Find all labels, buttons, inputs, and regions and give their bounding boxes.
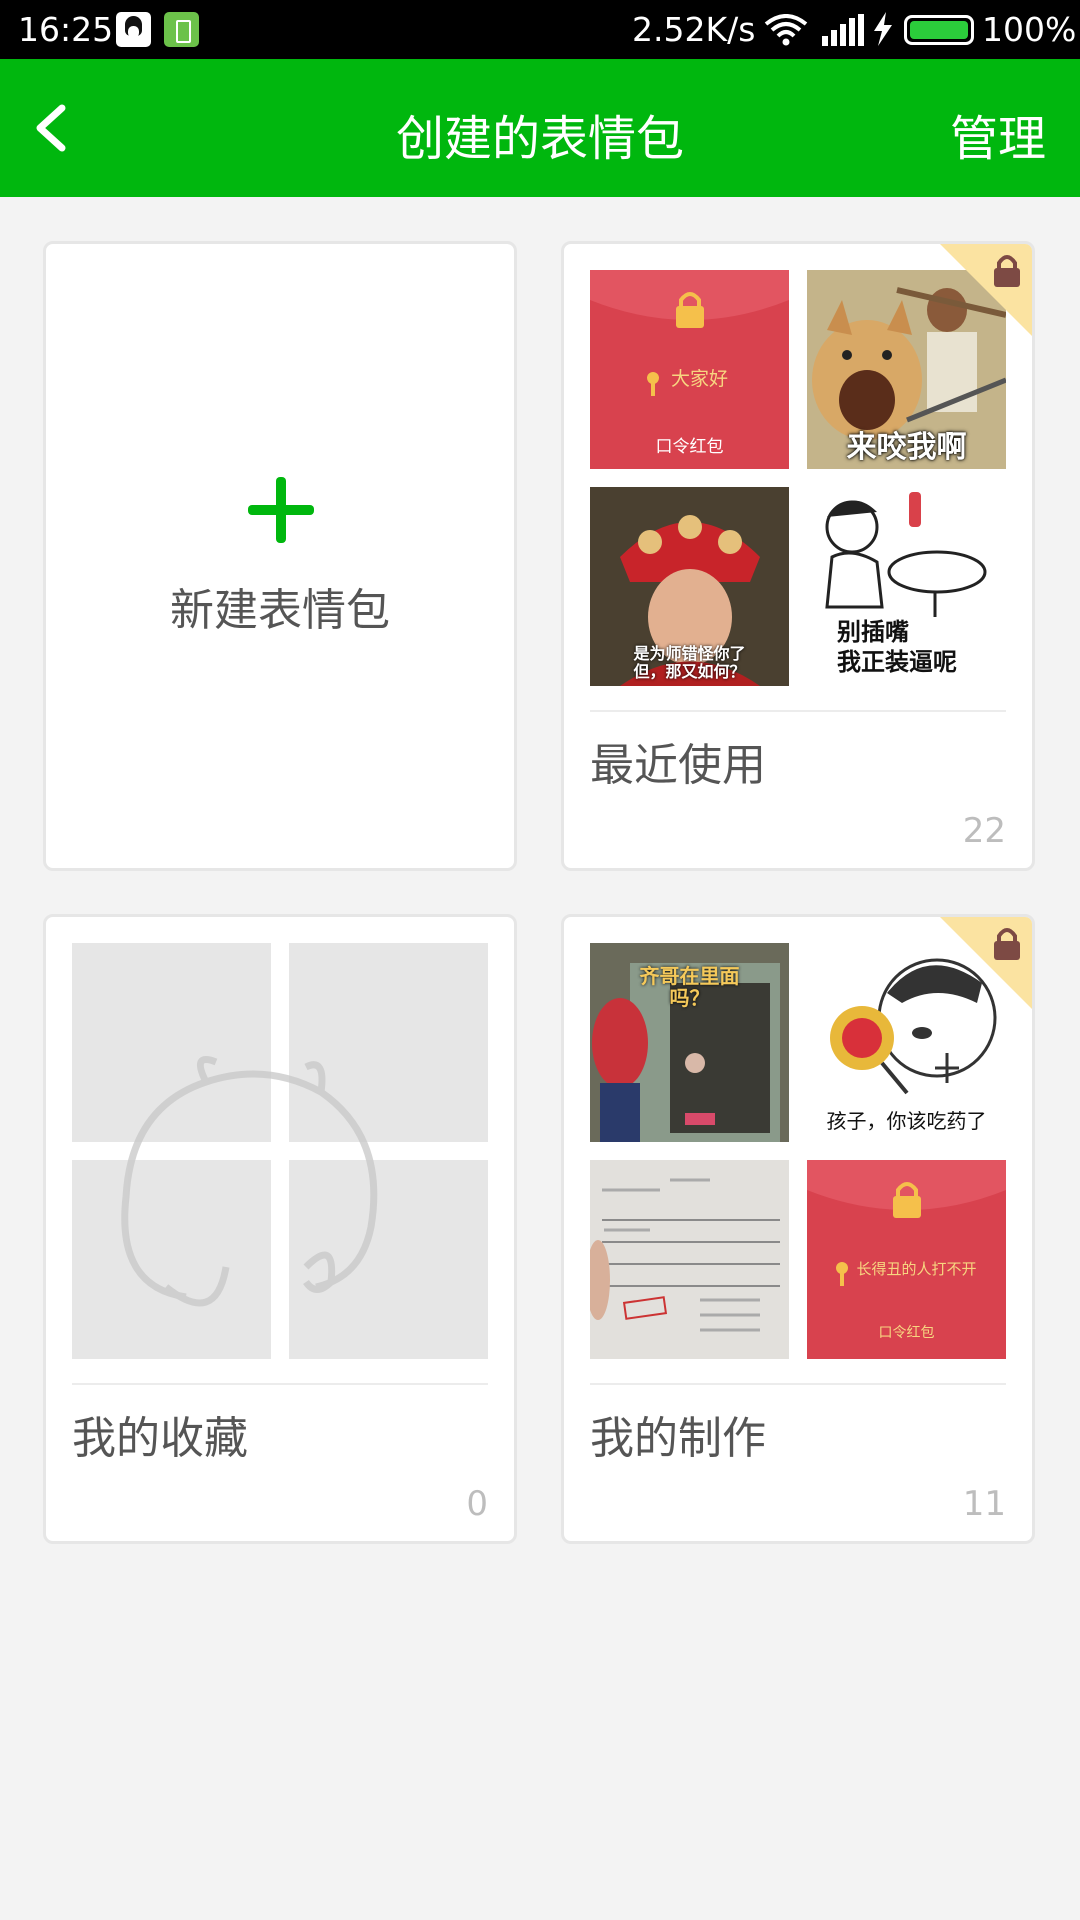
envelope-sub: 口令红包 bbox=[655, 437, 724, 457]
lock-badge bbox=[940, 917, 1032, 1009]
monk-meme-caption: 是为师错怪你了 但，那又如何？ bbox=[633, 644, 746, 681]
battery-app-icon bbox=[164, 12, 199, 47]
app-header: 创建的表情包 管理 bbox=[0, 59, 1080, 197]
thumb-monk-meme: 是为师错怪你了 但，那又如何？ bbox=[590, 487, 789, 686]
thumb-door-meme: 齐哥在里面 吗？ bbox=[590, 943, 789, 1142]
thumb-red-envelope: 长得丑的人打不开 口令红包 bbox=[807, 1160, 1006, 1359]
battery-percent: 100% bbox=[982, 10, 1077, 49]
favorites-pack-name: 我的收藏 bbox=[72, 1413, 248, 1464]
manage-button[interactable]: 管理 bbox=[950, 99, 1046, 169]
card-divider bbox=[590, 1383, 1006, 1385]
thumb-red-envelope: 大家好 口令红包 bbox=[590, 270, 789, 469]
cartoon-meme-caption: 别插嘴 我正装逼呢 bbox=[837, 618, 957, 676]
qq-app-icon bbox=[116, 12, 151, 47]
my-creations-name: 我的制作 bbox=[590, 1413, 766, 1464]
envelope-text: 长得丑的人打不开 bbox=[856, 1260, 977, 1278]
recent-pack-name: 最近使用 bbox=[590, 740, 766, 791]
new-pack-card[interactable]: 新建表情包 bbox=[43, 241, 517, 871]
status-time: 16:25 bbox=[18, 10, 114, 49]
lock-badge bbox=[940, 244, 1032, 336]
network-speed: 2.52K/s bbox=[632, 10, 756, 49]
panda-meme-caption: 孩子，你该吃药了 bbox=[826, 1109, 987, 1133]
new-pack-label: 新建表情包 bbox=[170, 585, 390, 636]
charging-icon bbox=[874, 12, 892, 46]
dog-meme-caption: 来咬我啊 bbox=[846, 430, 967, 465]
recent-pack-card[interactable]: 大家好 口令红包 来咬我啊 是为师错怪你了 但，那又如何？ 别插嘴 我正装逼呢 … bbox=[561, 241, 1035, 871]
card-divider bbox=[590, 710, 1006, 712]
signal-icon bbox=[822, 14, 864, 46]
lock-icon bbox=[994, 255, 1020, 287]
my-creations-card[interactable]: 齐哥在里面 吗？ 孩子，你该吃药了 长得丑的人打不开 口令红包 我的制作 11 bbox=[561, 914, 1035, 1544]
envelope-sub: 口令红包 bbox=[878, 1325, 935, 1341]
lock-icon bbox=[994, 928, 1020, 960]
door-meme-caption: 齐哥在里面 吗？ bbox=[639, 964, 740, 1010]
card-divider bbox=[72, 1383, 488, 1385]
page-title: 创建的表情包 bbox=[395, 111, 684, 167]
status-bar: 16:25 2.52K/s 100% bbox=[0, 0, 1080, 59]
plus-icon bbox=[248, 477, 314, 543]
wifi-icon bbox=[764, 14, 808, 46]
battery-icon bbox=[904, 15, 974, 45]
envelope-text: 大家好 bbox=[670, 368, 728, 390]
thumb-cartoon-meme: 别插嘴 我正装逼呢 bbox=[807, 487, 1006, 686]
thumb-document bbox=[590, 1160, 789, 1359]
favorites-pack-count: 0 bbox=[466, 1484, 488, 1524]
empty-mascot-icon bbox=[121, 1056, 378, 1307]
recent-pack-count: 22 bbox=[962, 811, 1006, 851]
favorites-pack-card[interactable]: 我的收藏 0 bbox=[43, 914, 517, 1544]
my-creations-count: 11 bbox=[962, 1484, 1006, 1524]
